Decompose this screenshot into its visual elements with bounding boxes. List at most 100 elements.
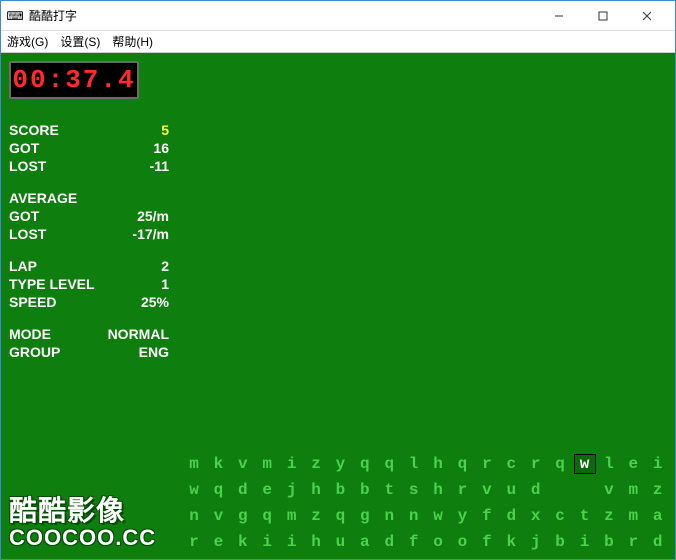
stat-label: GOT: [9, 207, 39, 225]
logo-cn-text: 酷酷影像: [9, 489, 169, 529]
falling-letter: y: [451, 507, 473, 525]
falling-letter: r: [622, 533, 644, 551]
stat-label: SCORE: [9, 121, 59, 139]
letter-row: mkvmizyqqlhqrcrqwlei: [183, 451, 669, 477]
letter-row: rekiihuadfoofkjbibrd: [183, 529, 669, 555]
falling-letter: c: [500, 455, 522, 473]
falling-letter: f: [476, 533, 498, 551]
window-title: 酷酷打字: [29, 7, 537, 24]
falling-letter: b: [549, 533, 571, 551]
falling-letter: o: [451, 533, 473, 551]
falling-letter: g: [354, 507, 376, 525]
stat-label: SPEED: [9, 293, 56, 311]
falling-letter: r: [451, 481, 473, 499]
letter-row: wqdejhbbtshrvudvmz: [183, 477, 669, 503]
falling-letter: a: [647, 507, 669, 525]
stat-value: ENG: [139, 343, 169, 361]
stat-label: LOST: [9, 157, 46, 175]
menu-game[interactable]: 游戏(G): [7, 33, 48, 50]
stat-value: -17/m: [132, 225, 169, 243]
falling-letter: b: [598, 533, 620, 551]
falling-letter: h: [427, 455, 449, 473]
sidebar: 00:37.4 SCORE5GOT16LOST-11 AVERAGE GOT25…: [1, 53, 177, 559]
stat-row: MODENORMAL: [9, 325, 169, 343]
game-area: 00:37.4 SCORE5GOT16LOST-11 AVERAGE GOT25…: [1, 53, 675, 559]
stat-label: LOST: [9, 225, 46, 243]
stat-value: 16: [153, 139, 169, 157]
falling-letter: d: [378, 533, 400, 551]
falling-letter: l: [403, 455, 425, 473]
stat-row: LOST -17/m: [9, 225, 169, 243]
falling-letter: l: [598, 455, 620, 473]
falling-letter: u: [500, 481, 522, 499]
falling-letter: b: [354, 481, 376, 499]
falling-letter: j: [525, 533, 547, 551]
logo: 酷酷影像 COOCOO.CC: [9, 489, 169, 551]
menubar: 游戏(G) 设置(S) 帮助(H): [1, 31, 675, 53]
falling-letter: t: [378, 481, 400, 499]
falling-letter: e: [256, 481, 278, 499]
falling-letter: f: [403, 533, 425, 551]
falling-letter: x: [525, 507, 547, 525]
falling-letter: t: [574, 507, 596, 525]
stat-label: GOT: [9, 139, 39, 157]
falling-letter: q: [451, 455, 473, 473]
falling-letter: q: [549, 455, 571, 473]
falling-letter: z: [305, 507, 327, 525]
stat-row: SPEED 25%: [9, 293, 169, 311]
stat-row: GOT 16: [9, 139, 169, 157]
falling-letter: k: [232, 533, 254, 551]
falling-letter: q: [256, 507, 278, 525]
timer-display: 00:37.4: [9, 61, 139, 99]
stat-label: LAP: [9, 257, 37, 275]
window-controls: [537, 2, 669, 30]
falling-letter: h: [427, 481, 449, 499]
falling-letter: e: [622, 455, 644, 473]
minimize-button[interactable]: [537, 2, 581, 30]
falling-letter: u: [329, 533, 351, 551]
letter-row: nvgqmzqgnnwyfdxctzma: [183, 503, 669, 529]
falling-letter: h: [305, 533, 327, 551]
falling-letter: o: [427, 533, 449, 551]
falling-letter: c: [549, 507, 571, 525]
falling-letter: d: [500, 507, 522, 525]
falling-letter: a: [354, 533, 376, 551]
stat-value: 1: [161, 275, 169, 293]
stat-row: GOT25/m: [9, 207, 169, 225]
stat-row: SCORE 5: [9, 121, 169, 139]
falling-letter: q: [329, 507, 351, 525]
falling-letter: j: [281, 481, 303, 499]
playfield[interactable]: mkvmizyqqlhqrcrqwleiwqdejhbbtshrvudvmznv…: [177, 53, 675, 559]
falling-letter: s: [403, 481, 425, 499]
falling-letter: d: [232, 481, 254, 499]
stat-row: GROUPENG: [9, 343, 169, 361]
falling-letter: m: [622, 507, 644, 525]
falling-letter: w: [574, 454, 596, 474]
falling-letter: i: [574, 533, 596, 551]
falling-letter: d: [525, 481, 547, 499]
letter-grid: mkvmizyqqlhqrcrqwleiwqdejhbbtshrvudvmznv…: [183, 451, 669, 555]
stat-value: -11: [150, 157, 169, 175]
falling-letter: q: [207, 481, 229, 499]
falling-letter: n: [403, 507, 425, 525]
stat-value: 5: [161, 121, 169, 139]
falling-letter: i: [281, 533, 303, 551]
falling-letter: i: [256, 533, 278, 551]
falling-letter: w: [427, 507, 449, 525]
falling-letter: v: [207, 507, 229, 525]
falling-letter: k: [207, 455, 229, 473]
titlebar: ⌨ 酷酷打字: [1, 1, 675, 31]
falling-letter: e: [207, 533, 229, 551]
close-button[interactable]: [625, 2, 669, 30]
falling-letter: k: [500, 533, 522, 551]
falling-letter: i: [647, 455, 669, 473]
falling-letter: m: [622, 481, 644, 499]
stat-row: LOST -11: [9, 157, 169, 175]
menu-help[interactable]: 帮助(H): [112, 33, 153, 50]
stat-value: 25%: [141, 293, 169, 311]
stat-row: LAP2: [9, 257, 169, 275]
falling-letter: d: [647, 533, 669, 551]
maximize-button[interactable]: [581, 2, 625, 30]
menu-settings[interactable]: 设置(S): [60, 33, 100, 50]
falling-letter: z: [305, 455, 327, 473]
